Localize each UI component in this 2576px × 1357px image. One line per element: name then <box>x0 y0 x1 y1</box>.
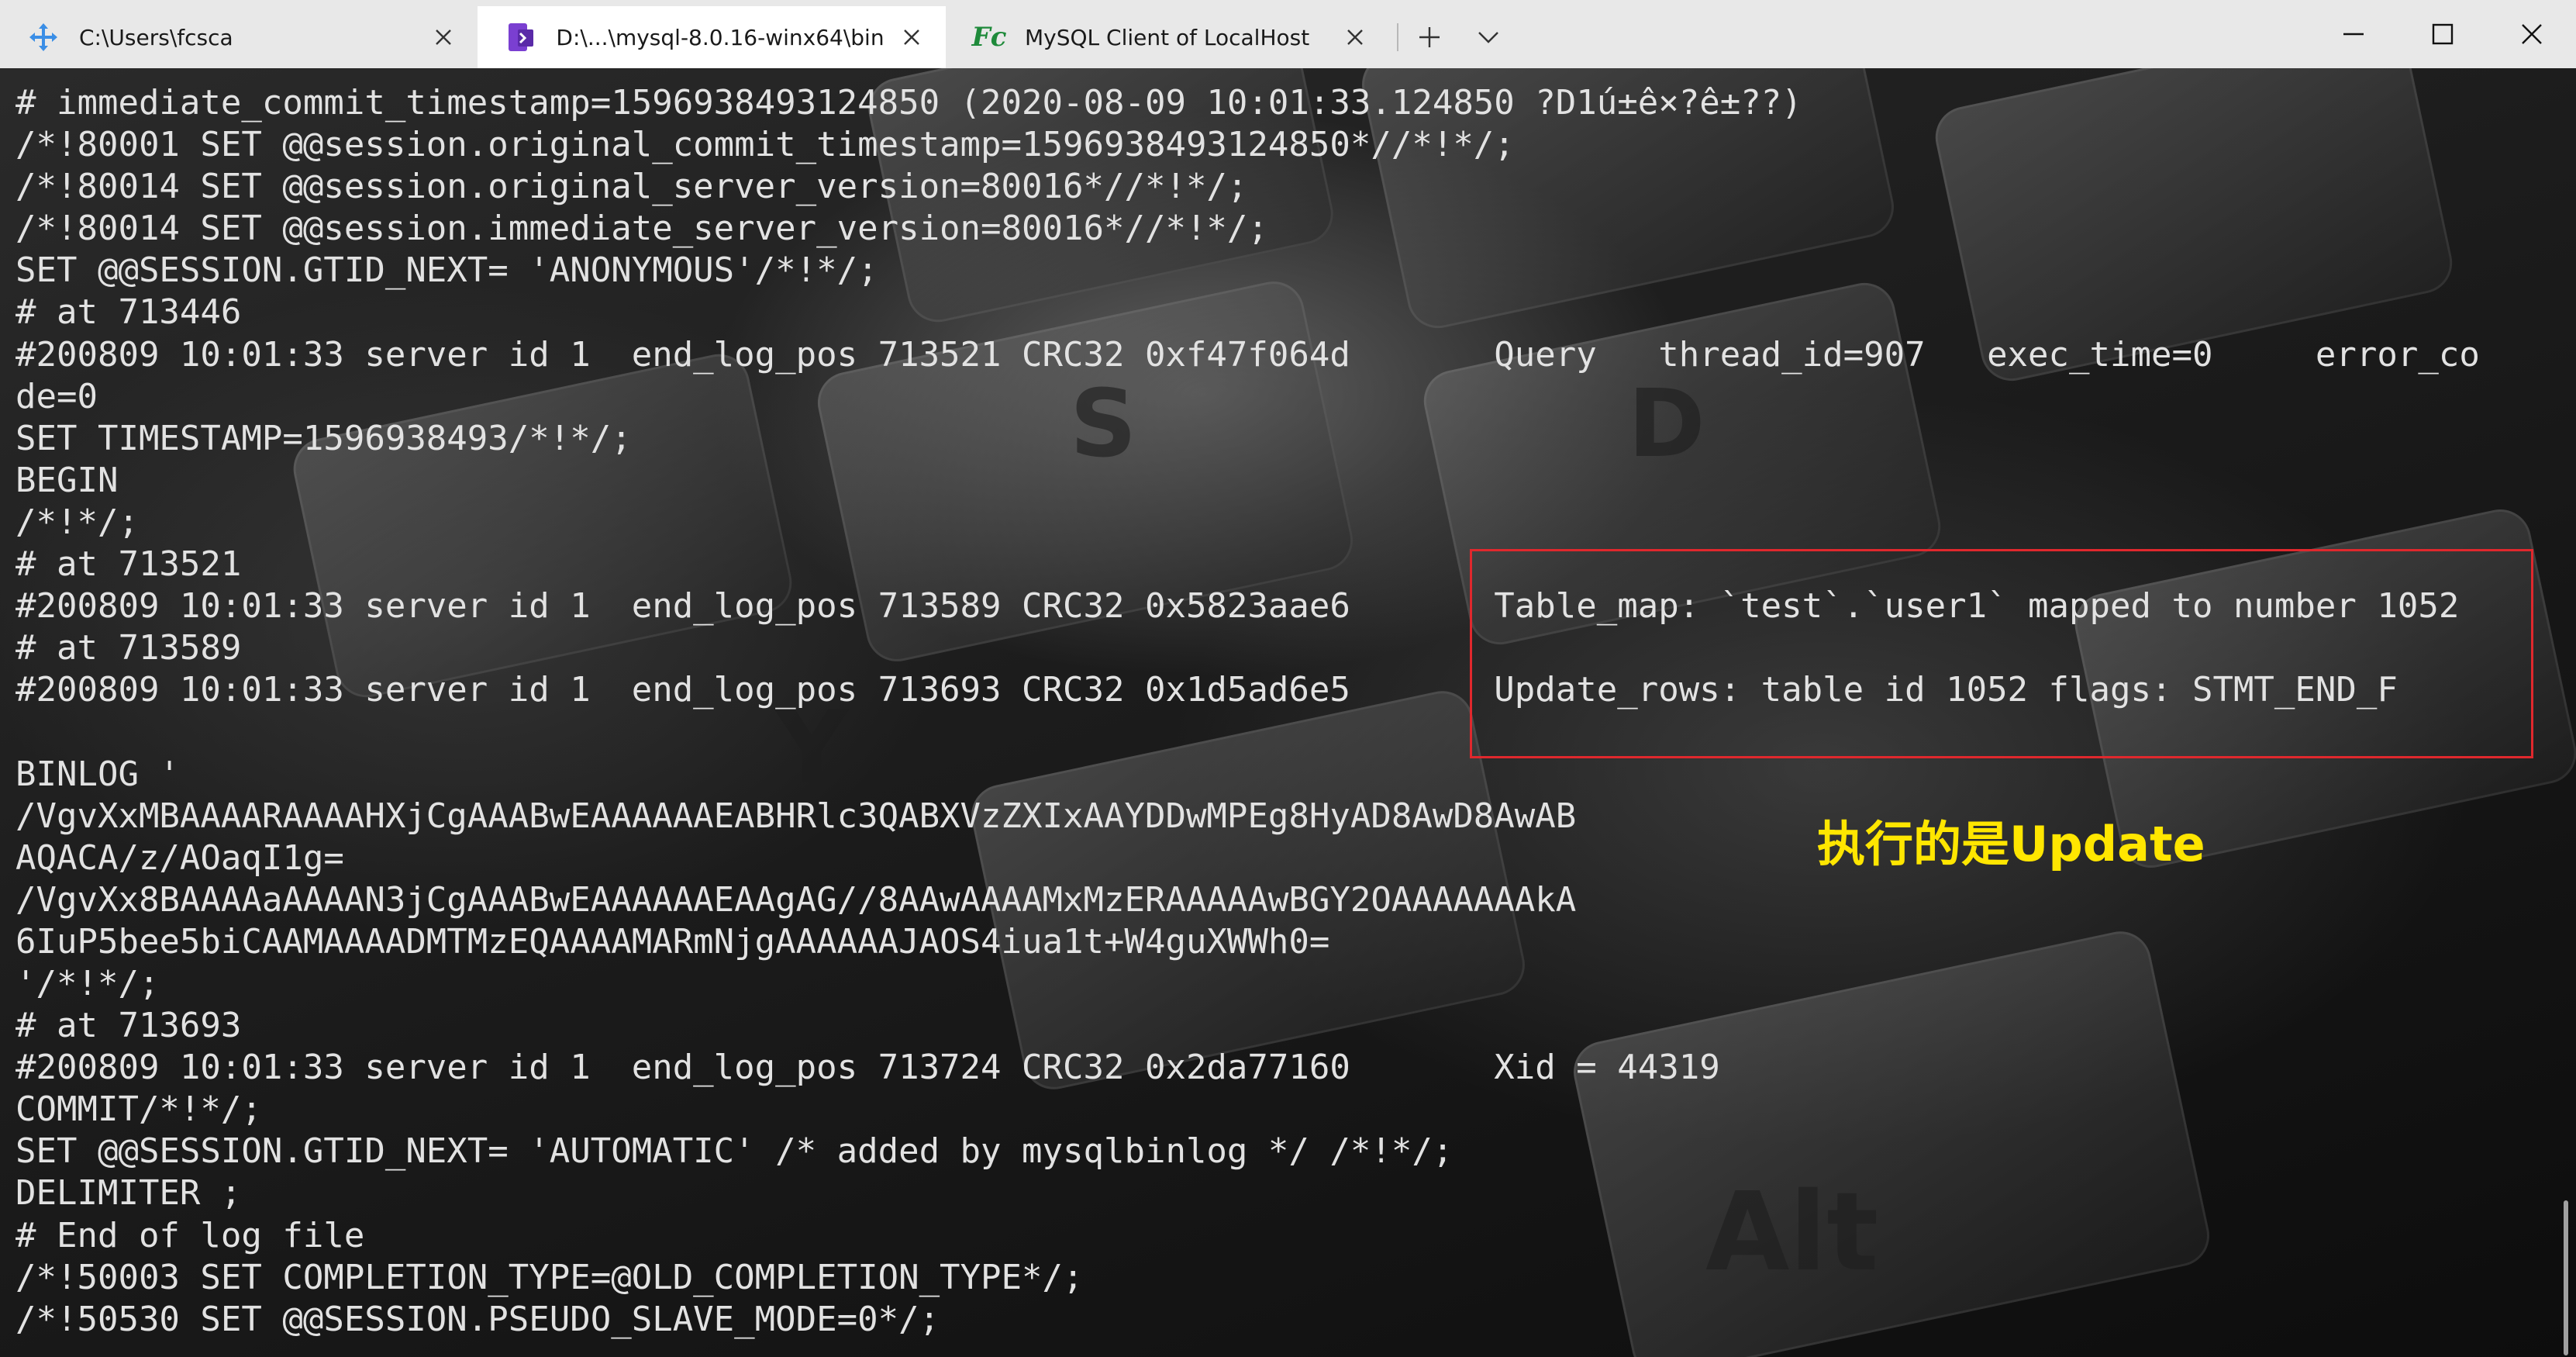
tab-label: MySQL Client of LocalHost <box>1025 24 1310 50</box>
close-icon[interactable] <box>428 22 459 53</box>
terminal-line: COMMIT/*!*/; <box>16 1089 262 1130</box>
terminal-line: # at 713693 <box>16 1006 242 1046</box>
terminal-line: '/*!*/; <box>16 963 160 1003</box>
terminal-line: # End of log file <box>16 1215 365 1255</box>
terminal-line: SET @@SESSION.GTID_NEXT= 'AUTOMATIC' /* … <box>16 1131 1454 1172</box>
tab-mysql-bin[interactable]: D:\...\mysql-8.0.16-winx64\bin <box>478 6 946 68</box>
close-window-button[interactable] <box>2487 0 2576 68</box>
title-bar: C:\Users\fcsca D:\...\mysql-8.0.16-winx6… <box>0 0 2576 68</box>
terminal-line: #200809 10:01:33 server id 1 end_log_pos… <box>16 1048 1720 1088</box>
terminal-line: DELIMITER ; <box>16 1173 242 1214</box>
tab-label: C:\Users\fcsca <box>79 24 233 50</box>
terminal-line: /*!*/; <box>16 502 139 542</box>
chevron-down-icon <box>1478 32 1498 43</box>
terminal-line: SET TIMESTAMP=1596938493/*!*/; <box>16 418 632 458</box>
tab-actions <box>1395 6 1518 68</box>
terminal-line: #200809 10:01:33 server id 1 end_log_pos… <box>16 334 2480 375</box>
close-icon[interactable] <box>1340 22 1371 53</box>
terminal-line: /VgvXx8BAAAAaAAAAN3jCgAAABwEAAAAAAEAAgAG… <box>16 879 1577 920</box>
terminal-line: /*!50530 SET @@SESSION.PSEUDO_SLAVE_MODE… <box>16 1299 940 1339</box>
terminal-output[interactable]: S D Y Alt # immediate_commit_timestamp=1… <box>0 68 2576 1357</box>
terminal-line: BINLOG ' <box>16 754 180 794</box>
close-icon[interactable] <box>897 22 927 53</box>
terminal-line: /*!50003 SET COMPLETION_TYPE=@OLD_COMPLE… <box>16 1257 1084 1297</box>
maximize-button[interactable] <box>2398 0 2487 68</box>
powershell-icon <box>504 20 537 54</box>
minimize-icon <box>2343 33 2364 36</box>
terminal-line: # at 713446 <box>16 292 242 333</box>
terminal-line: /*!80014 SET @@session.original_server_v… <box>16 167 1248 207</box>
fc-app-icon-text: Fc <box>971 22 1007 53</box>
tab-label: D:\...\mysql-8.0.16-winx64\bin <box>556 24 885 50</box>
highlight-box <box>1470 549 2533 758</box>
fc-app-icon: Fc <box>971 20 1007 54</box>
tab-divider <box>1397 23 1398 51</box>
scrollbar[interactable] <box>2564 1200 2568 1355</box>
window-controls <box>2309 0 2576 68</box>
terminal-line: SET @@SESSION.GTID_NEXT= 'ANONYMOUS'/*!*… <box>16 250 878 291</box>
terminal-line: de=0 <box>16 376 98 416</box>
network-icon <box>26 20 60 54</box>
plus-icon <box>1419 27 1440 47</box>
maximize-icon <box>2432 23 2453 45</box>
terminal-line: /*!80001 SET @@session.original_commit_t… <box>16 125 1515 165</box>
close-icon <box>2521 24 2542 44</box>
terminal-line: # immediate_commit_timestamp=15969384931… <box>16 83 1802 123</box>
terminal-line: BEGIN <box>16 460 119 500</box>
tab-mysql-client[interactable]: Fc MySQL Client of LocalHost <box>946 6 1389 68</box>
tab-users-fcsca[interactable]: C:\Users\fcsca <box>0 6 478 68</box>
terminal-line: 6IuP5bee5biCAAMAAAADMTMzEQAAAAMARmNjgAAA… <box>16 921 1330 962</box>
new-tab-button[interactable] <box>1400 14 1459 60</box>
annotation-text: 执行的是Update <box>1817 816 2205 872</box>
minimize-button[interactable] <box>2309 0 2398 68</box>
tab-dropdown-button[interactable] <box>1459 14 1518 60</box>
terminal-line: /*!80014 SET @@session.immediate_server_… <box>16 209 1268 249</box>
